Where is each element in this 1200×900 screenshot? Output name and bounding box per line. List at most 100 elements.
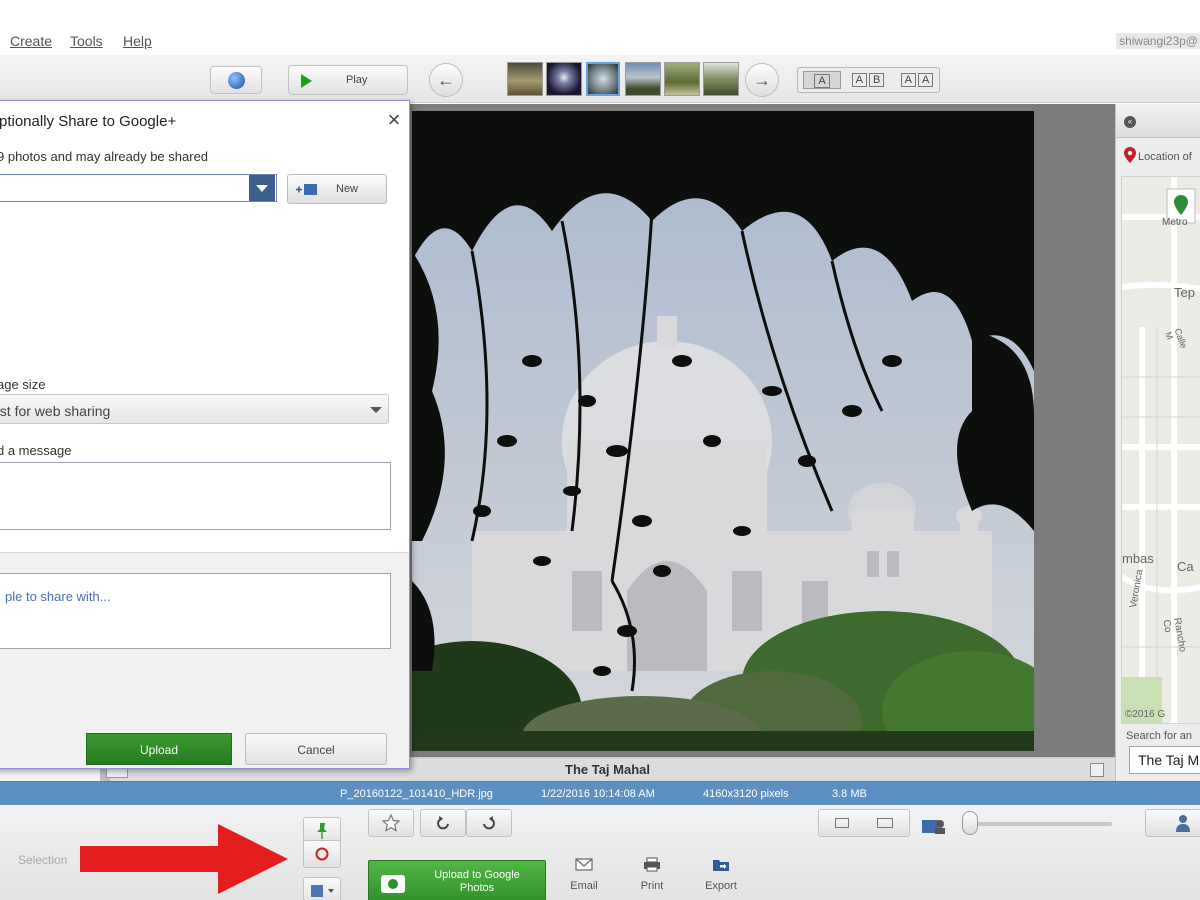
close-icon[interactable]: × [383,109,405,131]
chevron-down-icon[interactable] [249,175,275,201]
upload-label-line: Upload to Google [434,869,520,881]
account-link[interactable]: shiwangi23p@ [1116,33,1200,49]
info-dimensions: 4160x3120 pixels [703,788,789,800]
export-button[interactable]: Export [696,857,746,892]
share-people-section: ple to share with... Upload Cancel [0,552,409,768]
upload-label-line: Photos [459,882,495,894]
info-filesize: 3.8 MB [832,788,867,800]
places-panel-header: « [1116,104,1200,138]
image-size-select[interactable]: est for web sharing [0,394,389,424]
layout-compare-button[interactable]: AB [846,71,890,89]
email-button[interactable]: Email [559,857,609,892]
compare-layout-group: A AB AA [797,67,940,93]
layout-letter: A [851,73,867,87]
export-folder-icon [713,860,729,871]
dialog-title: ptionally Share to Google+ [0,113,177,130]
menu-bar: Create Tools Help shiwangi23p@ [0,0,1200,55]
print-button[interactable]: Print [627,857,677,892]
filmstrip-thumbnail[interactable] [546,62,582,96]
previous-photo-button[interactable]: ← [429,63,463,97]
rotate-left-button[interactable] [420,809,466,837]
caption-edit-icon[interactable] [1090,763,1104,777]
map-label: Metro [1162,217,1188,228]
globe-icon [228,72,245,89]
map-roads [1122,177,1200,723]
play-label: Play [346,74,368,86]
photo-taj-mahal[interactable] [412,111,1034,751]
web-share-button[interactable] [210,66,262,94]
share-people-input[interactable]: ple to share with... [0,573,391,649]
filmstrip-thumbnail[interactable] [625,62,661,96]
image-size-value: est for web sharing [0,403,111,419]
add-to-album-button[interactable] [303,877,341,900]
people-icon[interactable] [921,817,947,835]
clear-circle-icon [315,847,329,861]
share-people-placeholder: ple to share with... [5,589,111,604]
filmstrip-thumbnail[interactable] [703,62,739,96]
single-view-icon[interactable] [835,818,849,828]
location-pin-icon [1124,147,1136,163]
zoom-slider-track[interactable] [970,822,1112,826]
cancel-button-label: Cancel [297,743,335,757]
map-view[interactable]: Metro Tep Calle M mbas Ca Veronica Ranch… [1121,176,1200,724]
toolbar: Play ← → A AB AA [0,55,1200,103]
layout-double-button[interactable]: AA [896,71,938,89]
upload-to-google-photos-button[interactable]: Upload to Google Photos [368,860,546,900]
album-note: 9 photos and may already be shared [0,149,209,164]
share-to-google-dialog: ptionally Share to Google+ × 9 photos an… [0,100,410,769]
person-icon [1176,815,1190,832]
menu-help[interactable]: Help [123,33,152,49]
map-label: mbas [1122,551,1154,566]
album-icon [311,885,334,897]
split-view-icon[interactable] [877,818,893,828]
map-search-input[interactable]: The Taj M [1129,746,1200,774]
selection-label: Selection [18,853,68,867]
camera-icon [381,875,405,893]
print-icon [644,857,660,872]
info-datetime: 1/22/2016 10:14:08 AM [541,788,655,800]
people-tag-button[interactable] [1145,809,1200,837]
view-mode-group [818,809,910,837]
menu-tools[interactable]: Tools [70,33,103,49]
layout-letter: B [869,73,885,87]
upload-to-google-photos-label: Upload to Google Photos [417,869,537,895]
collapse-panel-icon[interactable]: « [1124,116,1136,128]
map-search-label: Search for an [1126,730,1193,742]
map-copyright: ©2016 G [1125,709,1166,720]
rotate-right-icon [483,816,495,830]
star-button[interactable] [368,809,414,837]
photo-image [412,111,1034,751]
zoom-slider-handle[interactable] [962,811,978,835]
clear-selection-button[interactable] [303,840,341,868]
message-input[interactable] [0,462,391,530]
print-label: Print [640,880,664,892]
email-icon [575,858,593,871]
upload-button[interactable]: Upload [86,733,232,765]
cancel-button[interactable]: Cancel [245,733,387,765]
album-select[interactable] [0,174,277,202]
arrow-left-icon: ← [437,70,455,90]
arrow-right-icon: → [753,70,771,90]
filmstrip-thumbnail[interactable] [507,62,543,96]
image-size-label: age size [0,377,46,392]
places-panel: « Location of Metro Tep Calle M mbas Ca … [1115,104,1200,781]
layout-letter: A [918,73,934,87]
layout-single-button[interactable]: A [803,71,841,89]
photo-info-bar: P_20160122_101410_HDR.jpg 1/22/2016 10:1… [0,781,1200,805]
new-album-button[interactable]: New [287,174,387,204]
export-label: Export [705,880,737,892]
filmstrip-thumbnail[interactable] [664,62,700,96]
new-album-label: New [336,183,359,195]
play-button[interactable]: Play [288,65,408,95]
rotate-right-button[interactable] [466,809,512,837]
pin-icon [317,823,327,839]
annotation-arrow-icon [80,824,288,894]
star-icon [381,813,401,832]
play-icon [301,74,312,88]
chevron-down-icon [370,407,382,413]
menu-create[interactable]: Create [10,33,52,49]
location-label: Location of [1138,151,1192,163]
map-label: Tep [1174,285,1195,300]
filmstrip-thumbnail-selected[interactable] [586,62,620,96]
next-photo-button[interactable]: → [745,63,779,97]
